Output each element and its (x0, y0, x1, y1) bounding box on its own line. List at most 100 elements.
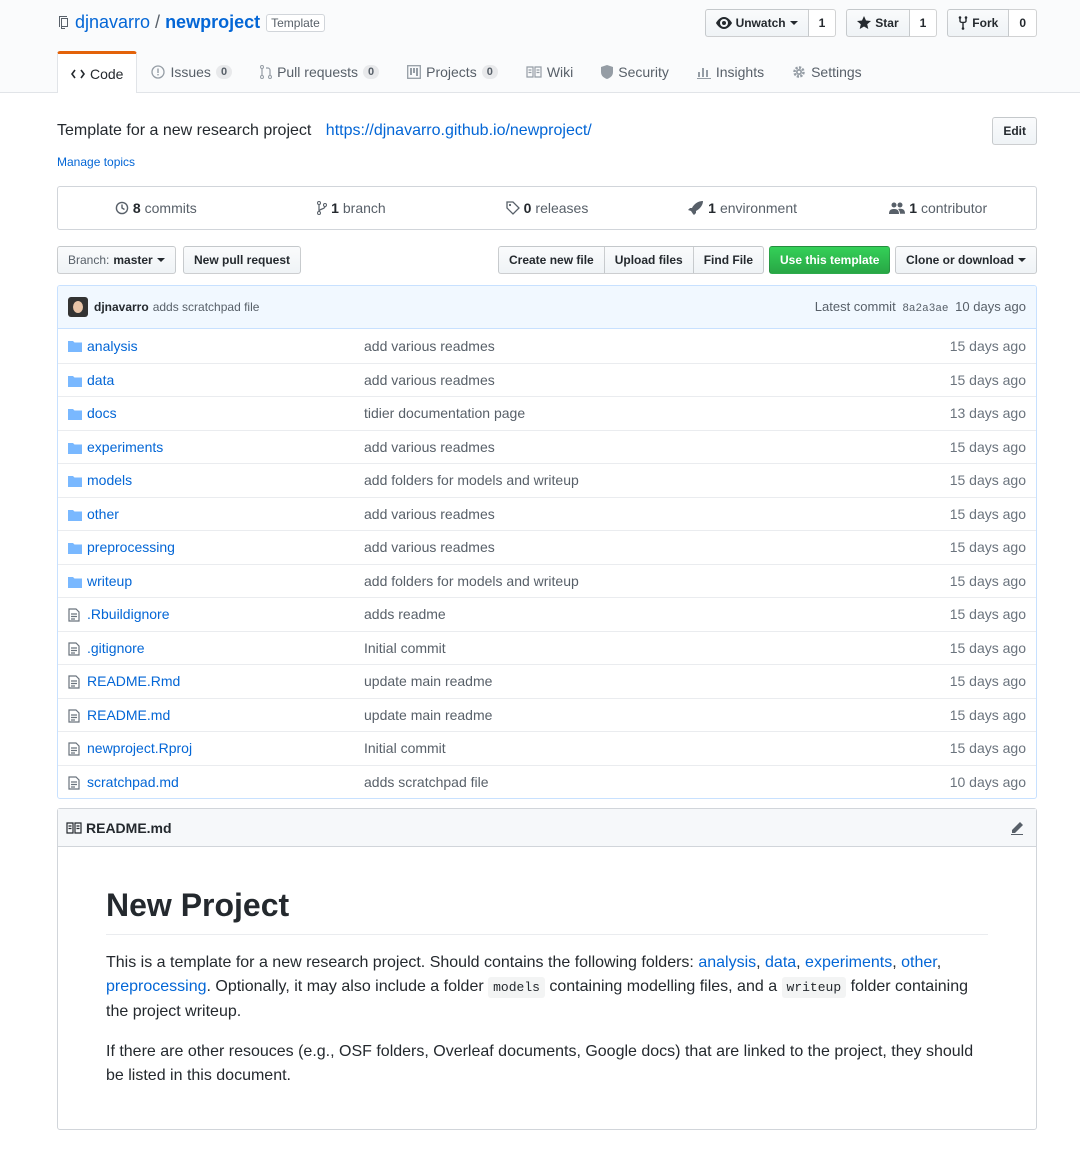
tab-issues[interactable]: Issues 0 (137, 51, 246, 91)
file-commit-message-link[interactable]: add various readmes (364, 372, 495, 388)
watch-count[interactable]: 1 (808, 9, 837, 37)
fork-icon (958, 16, 968, 30)
commit-sha-link[interactable]: 8a2a3ae (902, 303, 948, 315)
clone-or-download-button[interactable]: Clone or download (895, 246, 1037, 274)
fork-label: Fork (972, 16, 999, 30)
commit-author-link[interactable]: djnavarro (94, 300, 149, 314)
repo-separator: / (155, 12, 161, 32)
repo-homepage-link[interactable]: https://djnavarro.github.io/newproject/ (326, 122, 592, 139)
file-name-link[interactable]: docs (87, 405, 117, 421)
file-commit-message-link[interactable]: update main readme (364, 673, 492, 689)
create-new-file-button[interactable]: Create new file (498, 246, 605, 274)
chevron-down-icon (789, 21, 798, 25)
branch-select-button[interactable]: Branch: master (57, 246, 176, 274)
tab-projects[interactable]: Projects 0 (393, 51, 512, 91)
upload-files-button[interactable]: Upload files (604, 246, 694, 274)
file-name-link[interactable]: scratchpad.md (87, 774, 179, 790)
file-row: models add folders for models and writeup… (58, 463, 1036, 497)
projects-count-badge: 0 (481, 64, 498, 79)
releases-link[interactable]: 0 releases (449, 187, 645, 229)
readme-link-experiments[interactable]: experiments (805, 954, 892, 971)
file-commit-message-link[interactable]: adds scratchpad file (364, 774, 489, 790)
file-name-link[interactable]: .gitignore (87, 640, 145, 656)
file-age: 15 days ago (949, 572, 1026, 589)
clone-label: Clone or download (906, 253, 1014, 267)
code-icon (71, 69, 85, 78)
repo-description: Template for a new research project http… (57, 122, 592, 140)
tab-pull-requests-label: Pull requests (277, 63, 358, 80)
readme-link-preprocessing[interactable]: preprocessing (106, 978, 207, 995)
file-commit-message-link[interactable]: add folders for models and writeup (364, 573, 579, 589)
file-commit-message-link[interactable]: Initial commit (364, 740, 446, 756)
readme-link-data[interactable]: data (765, 954, 796, 971)
history-icon (115, 201, 129, 215)
tab-insights[interactable]: Insights (683, 51, 778, 91)
tag-icon (505, 201, 520, 215)
commits-link[interactable]: 8 commits (58, 187, 254, 229)
repo-name-link[interactable]: newproject (165, 12, 260, 33)
manage-topics-link[interactable]: Manage topics (57, 155, 135, 169)
tab-wiki[interactable]: Wiki (512, 51, 587, 91)
file-age: 15 days ago (949, 371, 1026, 388)
unwatch-button[interactable]: Unwatch (704, 9, 809, 37)
tab-settings[interactable]: Settings (778, 51, 876, 91)
file-commit-message-link[interactable]: Initial commit (364, 640, 446, 656)
releases-count: 0 (523, 200, 532, 216)
tab-pull-requests[interactable]: Pull requests 0 (246, 51, 393, 91)
readme-content: New Project This is a template for a new… (58, 847, 1036, 1144)
file-name-link[interactable]: models (87, 472, 132, 488)
file-name-link[interactable]: analysis (87, 338, 138, 354)
file-row: scratchpad.md adds scratchpad file 10 days… (58, 764, 1036, 799)
star-icon (857, 16, 872, 29)
star-label: Star (875, 16, 899, 30)
repo-owner-link[interactable]: djnavarro (75, 12, 150, 33)
avatar[interactable] (68, 297, 88, 317)
find-file-button[interactable]: Find File (693, 246, 765, 274)
file-commit-message-link[interactable]: adds readme (364, 606, 446, 622)
environments-label: environment (719, 200, 797, 216)
repo-header: djnavarro / newproject Template Unwatch … (0, 0, 1080, 93)
environments-link[interactable]: 1 environment (645, 187, 841, 229)
contributors-link[interactable]: 1 contributor (840, 187, 1036, 229)
file-commit-message-link[interactable]: tidier documentation page (364, 405, 525, 421)
file-name-link[interactable]: writeup (87, 573, 132, 589)
file-name-link[interactable]: experiments (87, 439, 163, 455)
template-repo-icon (59, 15, 68, 29)
folder-icon (68, 441, 82, 457)
fork-button[interactable]: Fork (947, 9, 1010, 37)
new-pull-request-button[interactable]: New pull request (183, 246, 302, 274)
latest-commit-info: Latest commit 8a2a3ae 10 days ago (815, 299, 1026, 315)
branches-link[interactable]: 1 branch (254, 187, 450, 229)
edit-button[interactable]: Edit (992, 117, 1037, 145)
file-commit-message-link[interactable]: update main readme (364, 707, 492, 723)
fork-count[interactable]: 0 (1009, 9, 1037, 37)
file-commit-message-link[interactable]: add various readmes (364, 506, 495, 522)
file-name-link[interactable]: data (87, 372, 114, 388)
commit-message-link[interactable]: adds scratchpad file (153, 300, 260, 314)
file-row: docs tidier documentation page 13 days ago (58, 396, 1036, 430)
file-commit-message-link[interactable]: add various readmes (364, 338, 495, 354)
file-commit-message-link[interactable]: add various readmes (364, 439, 495, 455)
file-age: 15 days ago (949, 673, 1026, 690)
file-commit-message-link[interactable]: add folders for models and writeup (364, 472, 579, 488)
pencil-icon[interactable] (1010, 821, 1024, 835)
tab-security[interactable]: Security (587, 51, 683, 91)
file-name-link[interactable]: README.Rmd (87, 673, 180, 689)
file-name-link[interactable]: .Rbuildignore (87, 606, 170, 622)
tab-code[interactable]: Code (57, 51, 138, 93)
file-name-link[interactable]: newproject.Rproj (87, 740, 192, 756)
file-row: preprocessing add various readmes 15 days … (58, 530, 1036, 564)
file-commit-message-link[interactable]: add various readmes (364, 539, 495, 555)
file-name-link[interactable]: other (87, 506, 119, 522)
file-name-link[interactable]: README.md (87, 707, 170, 723)
branch-prefix: Branch: (68, 253, 110, 267)
star-count[interactable]: 1 (909, 9, 938, 37)
star-button[interactable]: Star (846, 9, 910, 37)
readme-link-analysis[interactable]: analysis (698, 954, 756, 971)
readme-link-other[interactable]: other (901, 954, 937, 971)
file-name-link[interactable]: preprocessing (87, 539, 175, 555)
pull-request-icon (260, 64, 273, 79)
file-row: .gitignore Initial commit 15 days ago (58, 630, 1036, 665)
file-row: README.md update main readme 15 days ago (58, 697, 1036, 732)
use-this-template-button[interactable]: Use this template (769, 246, 891, 274)
